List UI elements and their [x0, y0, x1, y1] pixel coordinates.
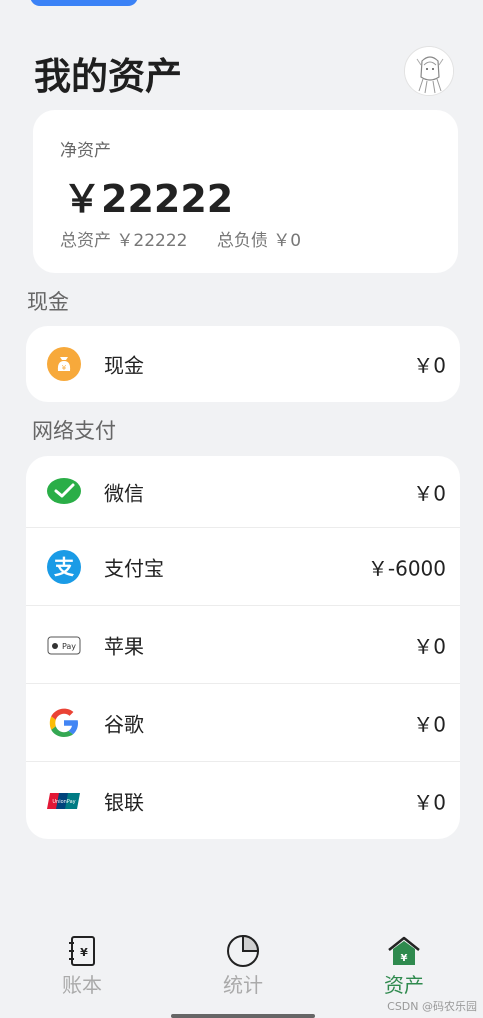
page-title: 我的资产: [34, 55, 182, 98]
alipay-icon: 支: [47, 550, 81, 584]
svg-text:¥: ¥: [80, 946, 88, 959]
unionpay-icon: UnionPay: [47, 793, 80, 809]
account-name: 银联: [104, 790, 144, 815]
account-name: 苹果: [104, 634, 144, 659]
top-blue-pill: [30, 0, 138, 6]
account-row-wechat[interactable]: 微信 ￥0: [26, 456, 460, 528]
account-amount: ￥0: [413, 712, 446, 737]
net-assets-summary: 总资产 ￥22222 总负债 ￥0: [60, 226, 325, 251]
section-title-online-payment: 网络支付: [32, 419, 116, 443]
avatar[interactable]: [404, 46, 454, 96]
account-amount: ￥-6000: [367, 556, 446, 581]
account-name: 现金: [104, 353, 144, 378]
svg-text:¥: ¥: [401, 953, 408, 964]
tab-assets[interactable]: ¥ 资产: [344, 925, 464, 1005]
net-assets-label: 净资产: [60, 141, 111, 161]
assets-screen: 我的资产 净资产 ￥22222 总资产 ￥22222 总负债 ￥0 现金 ¥ 现…: [0, 0, 483, 1018]
apple-pay-icon: Pay: [47, 636, 81, 655]
account-row-unionpay[interactable]: UnionPay 银联 ￥0: [26, 762, 460, 840]
account-amount: ￥0: [413, 353, 446, 378]
wechat-icon: [47, 478, 81, 504]
tab-ledger[interactable]: ¥ 账本: [22, 925, 142, 1005]
money-bag-icon: ¥: [47, 347, 81, 381]
tab-label: 资产: [384, 973, 424, 997]
ledger-icon: ¥: [69, 936, 95, 966]
total-assets: 总资产 ￥22222: [60, 231, 188, 251]
pie-chart-icon: [227, 934, 260, 967]
svg-text:UnionPay: UnionPay: [52, 799, 75, 805]
account-row-alipay[interactable]: 支 支付宝 ￥-6000: [26, 528, 460, 606]
svg-text:¥: ¥: [62, 364, 67, 372]
home-indicator: [171, 1014, 315, 1018]
account-row-cash[interactable]: ¥ 现金 ￥0: [26, 326, 460, 402]
tab-label: 账本: [62, 973, 102, 997]
net-assets-value: ￥22222: [63, 177, 234, 221]
account-row-google[interactable]: 谷歌 ￥0: [26, 684, 460, 762]
svg-text:支: 支: [54, 555, 75, 579]
watermark: CSDN @码农乐园: [387, 1000, 477, 1013]
tab-label: 统计: [223, 973, 263, 997]
total-liabilities: 总负债 ￥0: [216, 231, 302, 251]
online-payment-card: 微信 ￥0 支 支付宝 ￥-6000 Pay 苹果 ￥0 谷歌 ￥0 Union…: [26, 456, 460, 839]
avatar-icon: [405, 47, 453, 95]
google-icon: [49, 708, 78, 737]
account-name: 谷歌: [104, 712, 144, 737]
account-name: 支付宝: [104, 556, 164, 581]
account-amount: ￥0: [413, 634, 446, 659]
account-amount: ￥0: [413, 481, 446, 506]
section-title-cash: 现金: [27, 290, 69, 314]
account-row-apple[interactable]: Pay 苹果 ￥0: [26, 606, 460, 684]
cash-card: ¥ 现金 ￥0: [26, 326, 460, 402]
bottom-nav: ¥ 账本 统计 ¥ 资产: [0, 925, 483, 1005]
tab-statistics[interactable]: 统计: [183, 925, 303, 1005]
account-amount: ￥0: [413, 790, 446, 815]
account-name: 微信: [104, 481, 144, 506]
svg-text:Pay: Pay: [62, 642, 76, 651]
assets-home-icon: ¥: [388, 936, 420, 965]
net-assets-card[interactable]: 净资产 ￥22222 总资产 ￥22222 总负债 ￥0: [33, 110, 458, 273]
